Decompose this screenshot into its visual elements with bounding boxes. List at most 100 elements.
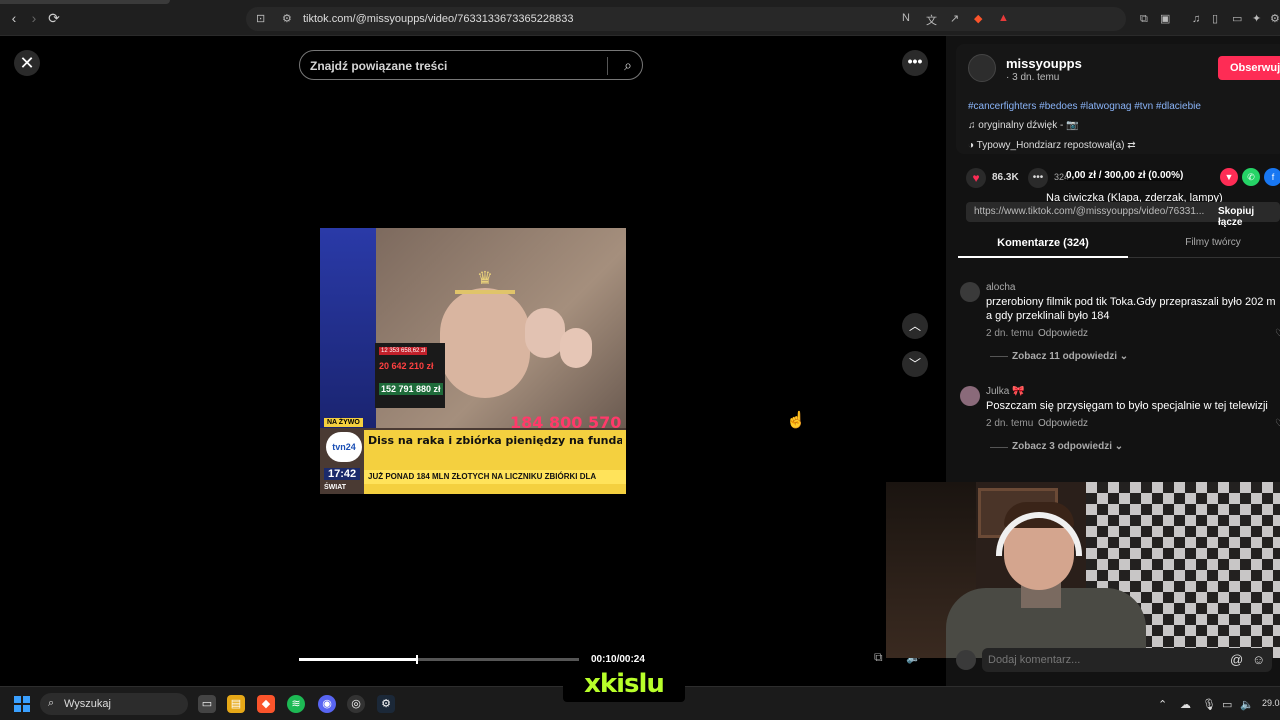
previous-video-icon[interactable]: ︿: [902, 313, 928, 339]
divider: [990, 356, 1008, 357]
taskbar-search-label: Wyszukaj: [64, 698, 111, 710]
crown-icon: ♛: [455, 268, 515, 294]
share-link[interactable]: https://www.tiktok.com/@missyoupps/video…: [974, 206, 1204, 217]
back-icon[interactable]: ‹: [6, 10, 22, 26]
discord-icon[interactable]: ◉: [318, 695, 336, 713]
like-icon[interactable]: ♥: [966, 168, 986, 188]
video-progress-bar[interactable]: [299, 655, 579, 664]
live-tag: NA ŻYWO: [324, 418, 363, 427]
comment-input[interactable]: Dodaj komentarz... @ ☺: [982, 648, 1272, 672]
copy-link-button[interactable]: Skopiuj łącze: [1218, 206, 1280, 228]
site-info-icon[interactable]: ⚙: [282, 12, 292, 25]
related-search-input[interactable]: Znajdź powiązane treści ⌕: [299, 50, 643, 80]
video-person-child: [560, 328, 592, 368]
music-icon[interactable]: ♫: [1192, 13, 1204, 25]
progress-knob[interactable]: [415, 655, 418, 664]
video-player[interactable]: Znajdź powiązane treści ⌕ ♛ 12 353 658,6…: [289, 36, 655, 686]
view-replies-link[interactable]: Zobacz 3 odpowiedzi ⌄: [1012, 441, 1123, 452]
comment-like-icon[interactable]: ♡: [1275, 328, 1280, 339]
brave-shield-icon[interactable]: ◆: [974, 12, 982, 25]
repost-text[interactable]: Typowy_Hondziarz repostował(a): [977, 140, 1125, 151]
close-video-button[interactable]: ✕: [14, 50, 40, 76]
search-icon[interactable]: ⌕: [624, 57, 632, 74]
avatar[interactable]: [960, 386, 980, 406]
repost-info: ◑ Typowy_Hondziarz repostował(a) ⇄: [968, 140, 1136, 151]
divider: [990, 447, 1008, 448]
spotify-icon[interactable]: ≋: [287, 695, 305, 713]
emoji-icon[interactable]: ☺: [1252, 652, 1265, 667]
brave-rewards-icon[interactable]: ▲: [998, 12, 1009, 24]
avatar[interactable]: [968, 54, 996, 82]
reload-icon[interactable]: ⟳: [46, 10, 62, 26]
counter-top: 12 353 658,62 zł: [379, 347, 428, 355]
mention-icon[interactable]: @: [1230, 652, 1243, 667]
video-frame[interactable]: ♛ 12 353 658,62 zł 20 642 210 zł 152 791…: [320, 228, 626, 494]
task-view-icon[interactable]: ▭: [198, 695, 216, 713]
next-video-icon[interactable]: ﹀: [902, 351, 928, 377]
hashtags[interactable]: #cancerfighters #bedoes #latwognag #tvn …: [968, 101, 1201, 112]
microphone-icon[interactable]: 🎙: [1202, 698, 1216, 711]
streamer-watermark: xkislu: [563, 668, 685, 702]
onedrive-icon[interactable]: ☁: [1180, 698, 1191, 711]
tab-creator-videos[interactable]: Filmy twórcy: [1138, 232, 1280, 258]
repost-icon: ◑: [968, 140, 977, 151]
repost-arrows-icon: ⇄: [1124, 140, 1136, 151]
like-count: 86.3K: [992, 172, 1019, 183]
post-date: · 3 dn. temu: [1006, 72, 1060, 83]
news-banner: Diss na raka i zbiórka pieniędzy na fund…: [364, 430, 626, 494]
tab-icon[interactable]: ▭: [1232, 13, 1244, 25]
whatsapp-icon[interactable]: ✆: [1242, 168, 1260, 186]
action-bar: ♥ 86.3K ••• 324 0,00 zł / 300,00 zł (0.0…: [956, 166, 1280, 190]
menu-icon[interactable]: ⚙: [1270, 13, 1280, 25]
comment-input-row: Dodaj komentarz... @ ☺: [956, 648, 1276, 672]
comment-icon[interactable]: •••: [1028, 168, 1048, 188]
comment-user[interactable]: Julka 🎀: [986, 386, 1025, 397]
comment-user[interactable]: alocha: [986, 282, 1015, 293]
comment-time: 2 dn. temu: [986, 328, 1034, 339]
address-bar[interactable]: ⊡ ⚙ tiktok.com/@missyoupps/video/7633133…: [246, 7, 1126, 31]
windows-start-icon[interactable]: [14, 696, 30, 712]
share-page-icon[interactable]: ↗: [950, 12, 959, 25]
tv-channel-logo: tvn24: [326, 432, 362, 462]
brave-browser-icon[interactable]: ◆: [257, 695, 275, 713]
reply-link[interactable]: Odpowiedz: [1038, 418, 1088, 429]
hand-cursor-icon: ☝: [786, 412, 806, 429]
extensions-icon[interactable]: ⧉: [1140, 13, 1152, 25]
comment-like-icon[interactable]: ♡: [1275, 418, 1280, 429]
facebook-icon[interactable]: f: [1264, 168, 1280, 186]
volume-icon[interactable]: 🔈: [1240, 698, 1254, 711]
webcam-overlay: [886, 482, 1280, 658]
network-icon[interactable]: ▭: [1222, 698, 1232, 711]
steam-icon[interactable]: ⚙: [377, 695, 395, 713]
send-icon[interactable]: ▼: [1220, 168, 1238, 186]
url-text[interactable]: tiktok.com/@missyoupps/video/76331336733…: [303, 13, 573, 25]
file-explorer-icon[interactable]: ▤: [227, 695, 245, 713]
news-headline: Diss na raka i zbiórka pieniędzy na fund…: [368, 434, 622, 447]
post-info-card: missyoupps · 3 dn. temu Obserwuj #cancer…: [956, 44, 1280, 154]
more-options-icon[interactable]: •••: [902, 50, 928, 76]
view-replies-link[interactable]: Zobacz 11 odpowiedzi ⌄: [1012, 351, 1128, 362]
sound-link[interactable]: ♫ oryginalny dźwięk - 📷: [968, 120, 1079, 131]
leo-icon[interactable]: ✦: [1252, 13, 1264, 25]
forward-icon[interactable]: ›: [26, 10, 42, 26]
username[interactable]: missyoupps: [1006, 56, 1082, 71]
comment-text: przerobiony filmik pod tik Toka.Gdy prze…: [986, 296, 1276, 322]
tv-region: ŚWIAT: [324, 484, 347, 491]
wallet-icon[interactable]: ▣: [1160, 13, 1172, 25]
comment-time: 2 dn. temu: [986, 418, 1034, 429]
tab-comments[interactable]: Komentarze (324): [958, 232, 1128, 258]
bookmark-icon[interactable]: ⊡: [256, 12, 265, 25]
translate-icon[interactable]: 文: [926, 12, 937, 28]
obs-icon[interactable]: ◎: [347, 695, 365, 713]
sidebar-icon[interactable]: ▯: [1212, 13, 1224, 25]
taskbar-date[interactable]: 29.04: [1262, 698, 1280, 708]
tray-overflow-icon[interactable]: ⌃: [1158, 698, 1167, 711]
taskbar-search[interactable]: ⌕ Wyszukaj: [40, 693, 188, 715]
reply-link[interactable]: Odpowiedz: [1038, 328, 1088, 339]
avatar[interactable]: [960, 282, 980, 302]
counter-green: 152 791 880 zł: [379, 383, 443, 395]
reader-mode-icon[interactable]: N: [902, 12, 910, 24]
video-time: 00:10/00:24: [591, 654, 645, 665]
panel-tabs: Komentarze (324) Filmy twórcy: [958, 232, 1280, 258]
follow-button[interactable]: Obserwuj: [1218, 56, 1280, 80]
